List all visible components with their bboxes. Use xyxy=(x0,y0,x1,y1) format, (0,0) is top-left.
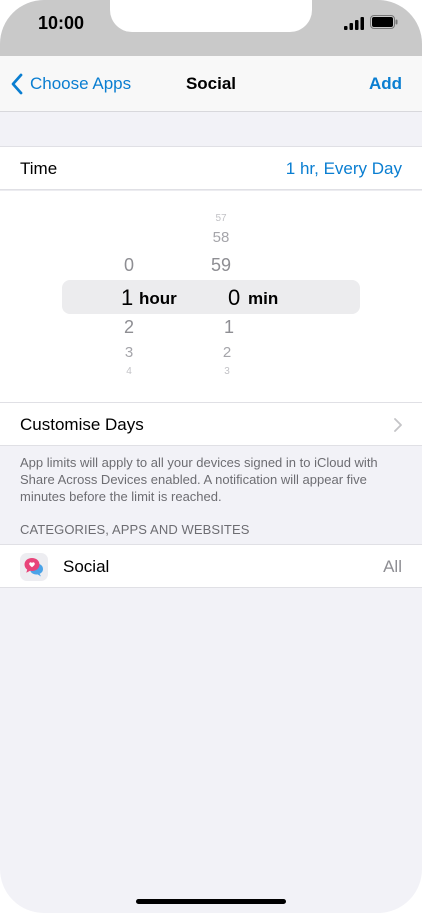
social-speech-bubbles-icon xyxy=(20,553,48,581)
status-time: 10:00 xyxy=(38,13,85,33)
status-bar: 10:00 xyxy=(0,0,422,56)
minute-option[interactable]: 2 xyxy=(207,344,247,361)
hour-option[interactable]: 0 xyxy=(109,255,149,276)
time-label: Time xyxy=(20,159,58,178)
hour-unit-label: hour xyxy=(139,289,177,308)
time-value: 1 hr, Every Day xyxy=(285,159,402,178)
cellular-signal-icon xyxy=(344,17,364,30)
minute-option[interactable]: 1 xyxy=(209,317,249,338)
minute-option[interactable]: 57 xyxy=(201,213,241,223)
battery-icon xyxy=(370,15,398,29)
minute-unit-label: min xyxy=(248,289,279,308)
hour-option[interactable]: 3 xyxy=(109,344,149,361)
minute-option[interactable]: 58 xyxy=(201,229,241,246)
add-button[interactable]: Add xyxy=(369,56,402,112)
app-limits-footnote: App limits will apply to all your device… xyxy=(20,455,378,504)
time-row[interactable]: Time 1 hr, Every Day xyxy=(0,146,422,190)
minute-option[interactable]: 59 xyxy=(201,255,241,276)
navigation-bar: Choose Apps Social Add xyxy=(0,56,422,112)
social-category-row[interactable]: Social All xyxy=(0,544,422,588)
home-indicator[interactable] xyxy=(136,899,286,904)
chevron-left-icon xyxy=(11,73,23,95)
customise-days-row[interactable]: Customise Days xyxy=(0,402,422,446)
social-label: Social xyxy=(63,557,110,576)
picker-selection-highlight xyxy=(62,280,360,314)
section-header: CATEGORIES, APPS AND WEBSITES xyxy=(20,522,250,537)
hour-selected[interactable]: 1 xyxy=(121,285,133,311)
minute-selected[interactable]: 0 xyxy=(228,285,240,311)
time-picker[interactable]: 0 1 hour 2 3 4 57 58 59 0 min 1 2 3 xyxy=(0,190,422,402)
back-button[interactable]: Choose Apps xyxy=(10,56,131,112)
chevron-right-icon xyxy=(394,418,402,432)
back-button-label: Choose Apps xyxy=(30,74,132,93)
social-value: All xyxy=(383,557,402,576)
hour-option[interactable]: 2 xyxy=(109,317,149,338)
notch xyxy=(110,0,312,32)
hour-option[interactable]: 4 xyxy=(109,366,149,374)
minute-option[interactable]: 3 xyxy=(207,366,247,374)
phone-screen: 10:00 Choose Apps Social Add Time 1 hr, … xyxy=(0,0,422,913)
customise-days-label: Customise Days xyxy=(20,415,144,434)
